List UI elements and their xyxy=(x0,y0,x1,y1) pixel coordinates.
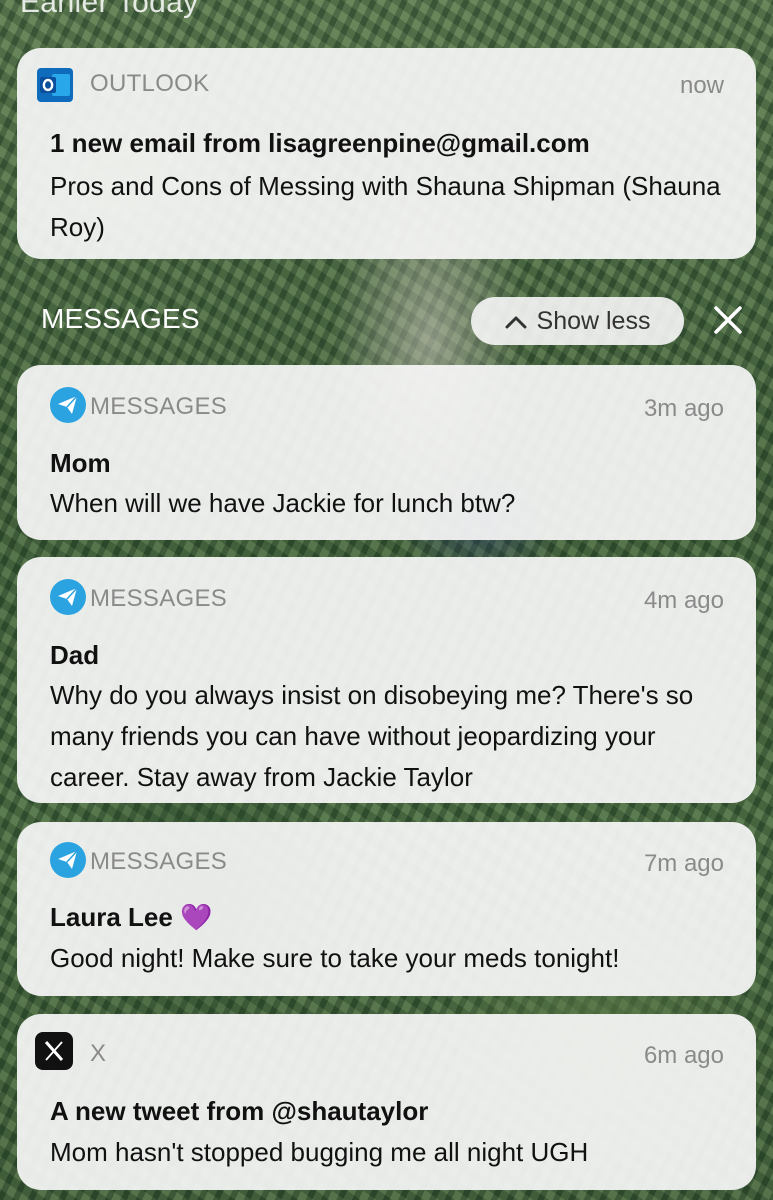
close-icon[interactable] xyxy=(710,302,746,338)
notification-body: Pros and Cons of Messing with Shauna Shi… xyxy=(50,171,721,242)
show-less-label: Show less xyxy=(536,306,651,335)
notification-x[interactable]: X 6m ago A new tweet from @shautaylor Mo… xyxy=(17,1014,756,1190)
notification-message[interactable]: MESSAGES 7m ago Laura Lee 💜 Good night! … xyxy=(17,822,756,996)
timestamp: 3m ago xyxy=(643,395,724,422)
x-logo-icon xyxy=(35,1032,73,1070)
show-less-button[interactable]: Show less xyxy=(471,297,684,345)
notification-body: Good night! Make sure to take your meds … xyxy=(50,943,620,973)
paper-plane-icon xyxy=(50,579,86,615)
earlier-today-header: Earlier Today xyxy=(20,0,199,19)
timestamp: 7m ago xyxy=(643,850,724,877)
notification-title: Mom xyxy=(50,448,111,478)
app-name: MESSAGES xyxy=(90,393,228,420)
notification-title: A new tweet from @shautaylor xyxy=(50,1096,429,1126)
paper-plane-icon xyxy=(50,387,86,423)
timestamp: now xyxy=(679,72,724,99)
notification-title: Laura Lee 💜 xyxy=(50,902,213,932)
notification-message[interactable]: MESSAGES 3m ago Mom When will we have Ja… xyxy=(17,365,756,540)
outlook-icon xyxy=(37,68,73,102)
chevron-up-icon xyxy=(505,307,527,336)
messages-group-label: MESSAGES xyxy=(41,303,200,334)
timestamp: 4m ago xyxy=(643,587,724,614)
notification-body: Why do you always insist on disobeying m… xyxy=(50,680,694,792)
notification-outlook[interactable]: OUTLOOK now 1 new email from lisagreenpi… xyxy=(17,48,756,259)
notification-message[interactable]: MESSAGES 4m ago Dad Why do you always in… xyxy=(17,557,756,803)
app-name: X xyxy=(90,1040,107,1067)
timestamp: 6m ago xyxy=(643,1042,724,1069)
notification-body: When will we have Jackie for lunch btw? xyxy=(50,488,516,518)
notification-title: 1 new email from lisagreenpine@gmail.com xyxy=(50,128,590,158)
app-name: OUTLOOK xyxy=(90,70,210,97)
notification-body: Mom hasn't stopped bugging me all night … xyxy=(50,1137,589,1167)
paper-plane-icon xyxy=(50,842,86,878)
app-name: MESSAGES xyxy=(90,585,228,612)
notification-title: Dad xyxy=(50,640,100,670)
app-name: MESSAGES xyxy=(90,848,228,875)
